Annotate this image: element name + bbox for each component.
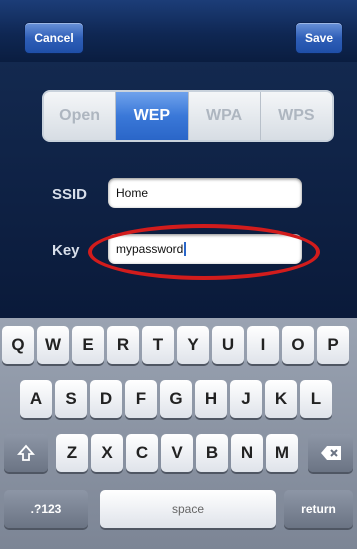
space-key[interactable]: space — [100, 490, 276, 528]
key-v[interactable]: V — [161, 434, 193, 472]
key-d[interactable]: D — [90, 380, 122, 418]
delete-key[interactable] — [308, 434, 353, 472]
onscreen-keyboard: Q W E R T Y U I O P A S D F G H J K L Z … — [0, 318, 357, 549]
key-g[interactable]: G — [160, 380, 192, 418]
tab-wep[interactable]: WEP — [116, 92, 189, 140]
key-e[interactable]: E — [72, 326, 104, 364]
tab-wpa[interactable]: WPA — [188, 92, 261, 140]
key-f[interactable]: F — [125, 380, 157, 418]
key-o[interactable]: O — [282, 326, 314, 364]
key-h[interactable]: H — [195, 380, 227, 418]
key-x[interactable]: X — [91, 434, 123, 472]
key-n[interactable]: N — [231, 434, 263, 472]
security-type-segmented-control: Open WEP WPA WPS — [42, 90, 334, 142]
ssid-label: SSID — [52, 186, 88, 203]
save-button[interactable]: Save — [295, 22, 343, 54]
navigation-bar: Cancel Save — [0, 0, 357, 63]
key-a[interactable]: A — [20, 380, 52, 418]
key-p[interactable]: P — [317, 326, 349, 364]
key-y[interactable]: Y — [177, 326, 209, 364]
key-q[interactable]: Q — [2, 326, 34, 364]
shift-key[interactable] — [4, 434, 48, 472]
key-u[interactable]: U — [212, 326, 244, 364]
wifi-settings-screen: Cancel Save Open WEP WPA WPS SSID Home K… — [0, 0, 357, 549]
cancel-button[interactable]: Cancel — [24, 22, 84, 54]
key-b[interactable]: B — [196, 434, 228, 472]
return-key[interactable]: return — [284, 490, 353, 528]
tab-open[interactable]: Open — [44, 92, 117, 140]
key-w[interactable]: W — [37, 326, 69, 364]
key-z[interactable]: Z — [56, 434, 88, 472]
key-t[interactable]: T — [142, 326, 174, 364]
shift-icon — [17, 444, 35, 461]
key-m[interactable]: M — [266, 434, 298, 472]
numbers-key[interactable]: .?123 — [4, 490, 88, 528]
key-k[interactable]: K — [265, 380, 297, 418]
key-label: Key — [52, 242, 80, 259]
ssid-value: Home — [116, 186, 149, 200]
delete-icon — [320, 446, 341, 460]
tab-wps[interactable]: WPS — [260, 92, 332, 140]
ssid-field[interactable]: Home — [108, 178, 302, 208]
key-i[interactable]: I — [247, 326, 279, 364]
key-field-highlight-circle — [88, 224, 320, 280]
key-c[interactable]: C — [126, 434, 158, 472]
key-r[interactable]: R — [107, 326, 139, 364]
settings-panel: Open WEP WPA WPS SSID Home Key mypasswor… — [0, 62, 357, 318]
key-l[interactable]: L — [300, 380, 332, 418]
key-j[interactable]: J — [230, 380, 262, 418]
key-s[interactable]: S — [55, 380, 87, 418]
